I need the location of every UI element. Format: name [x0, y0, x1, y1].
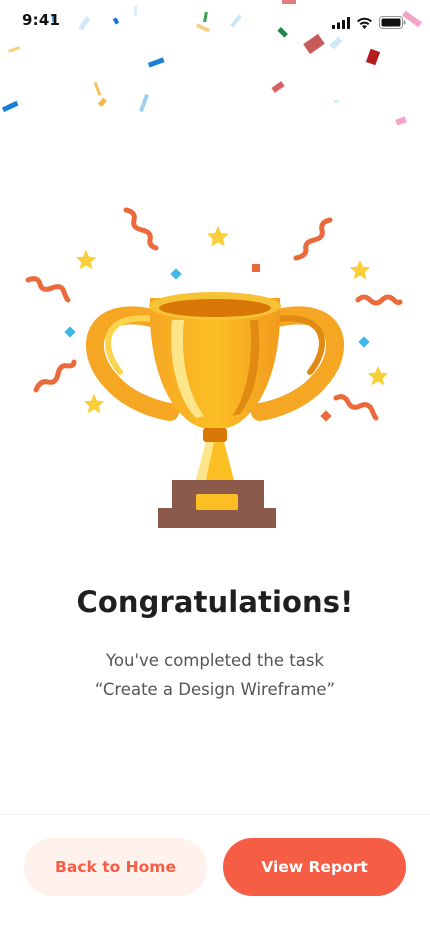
battery-icon — [379, 14, 406, 33]
wifi-icon — [356, 14, 373, 33]
trophy-illustration — [25, 207, 403, 528]
bottom-divider — [0, 814, 430, 815]
status-icons — [332, 14, 406, 33]
status-time: 9:41 — [22, 11, 61, 29]
signal-icon — [332, 14, 350, 33]
back-to-home-button[interactable]: Back to Home — [24, 838, 207, 896]
page-title: Congratulations! — [76, 585, 354, 619]
task-message: You've completed the task “Create a Desi… — [0, 646, 430, 704]
trophy-icon — [86, 292, 344, 528]
view-report-button[interactable]: View Report — [223, 838, 406, 896]
status-bar: 9:41 — [0, 0, 430, 44]
task-name: “Create a Design Wireframe” — [94, 680, 336, 699]
subtitle-line-1: You've completed the task — [106, 651, 324, 670]
